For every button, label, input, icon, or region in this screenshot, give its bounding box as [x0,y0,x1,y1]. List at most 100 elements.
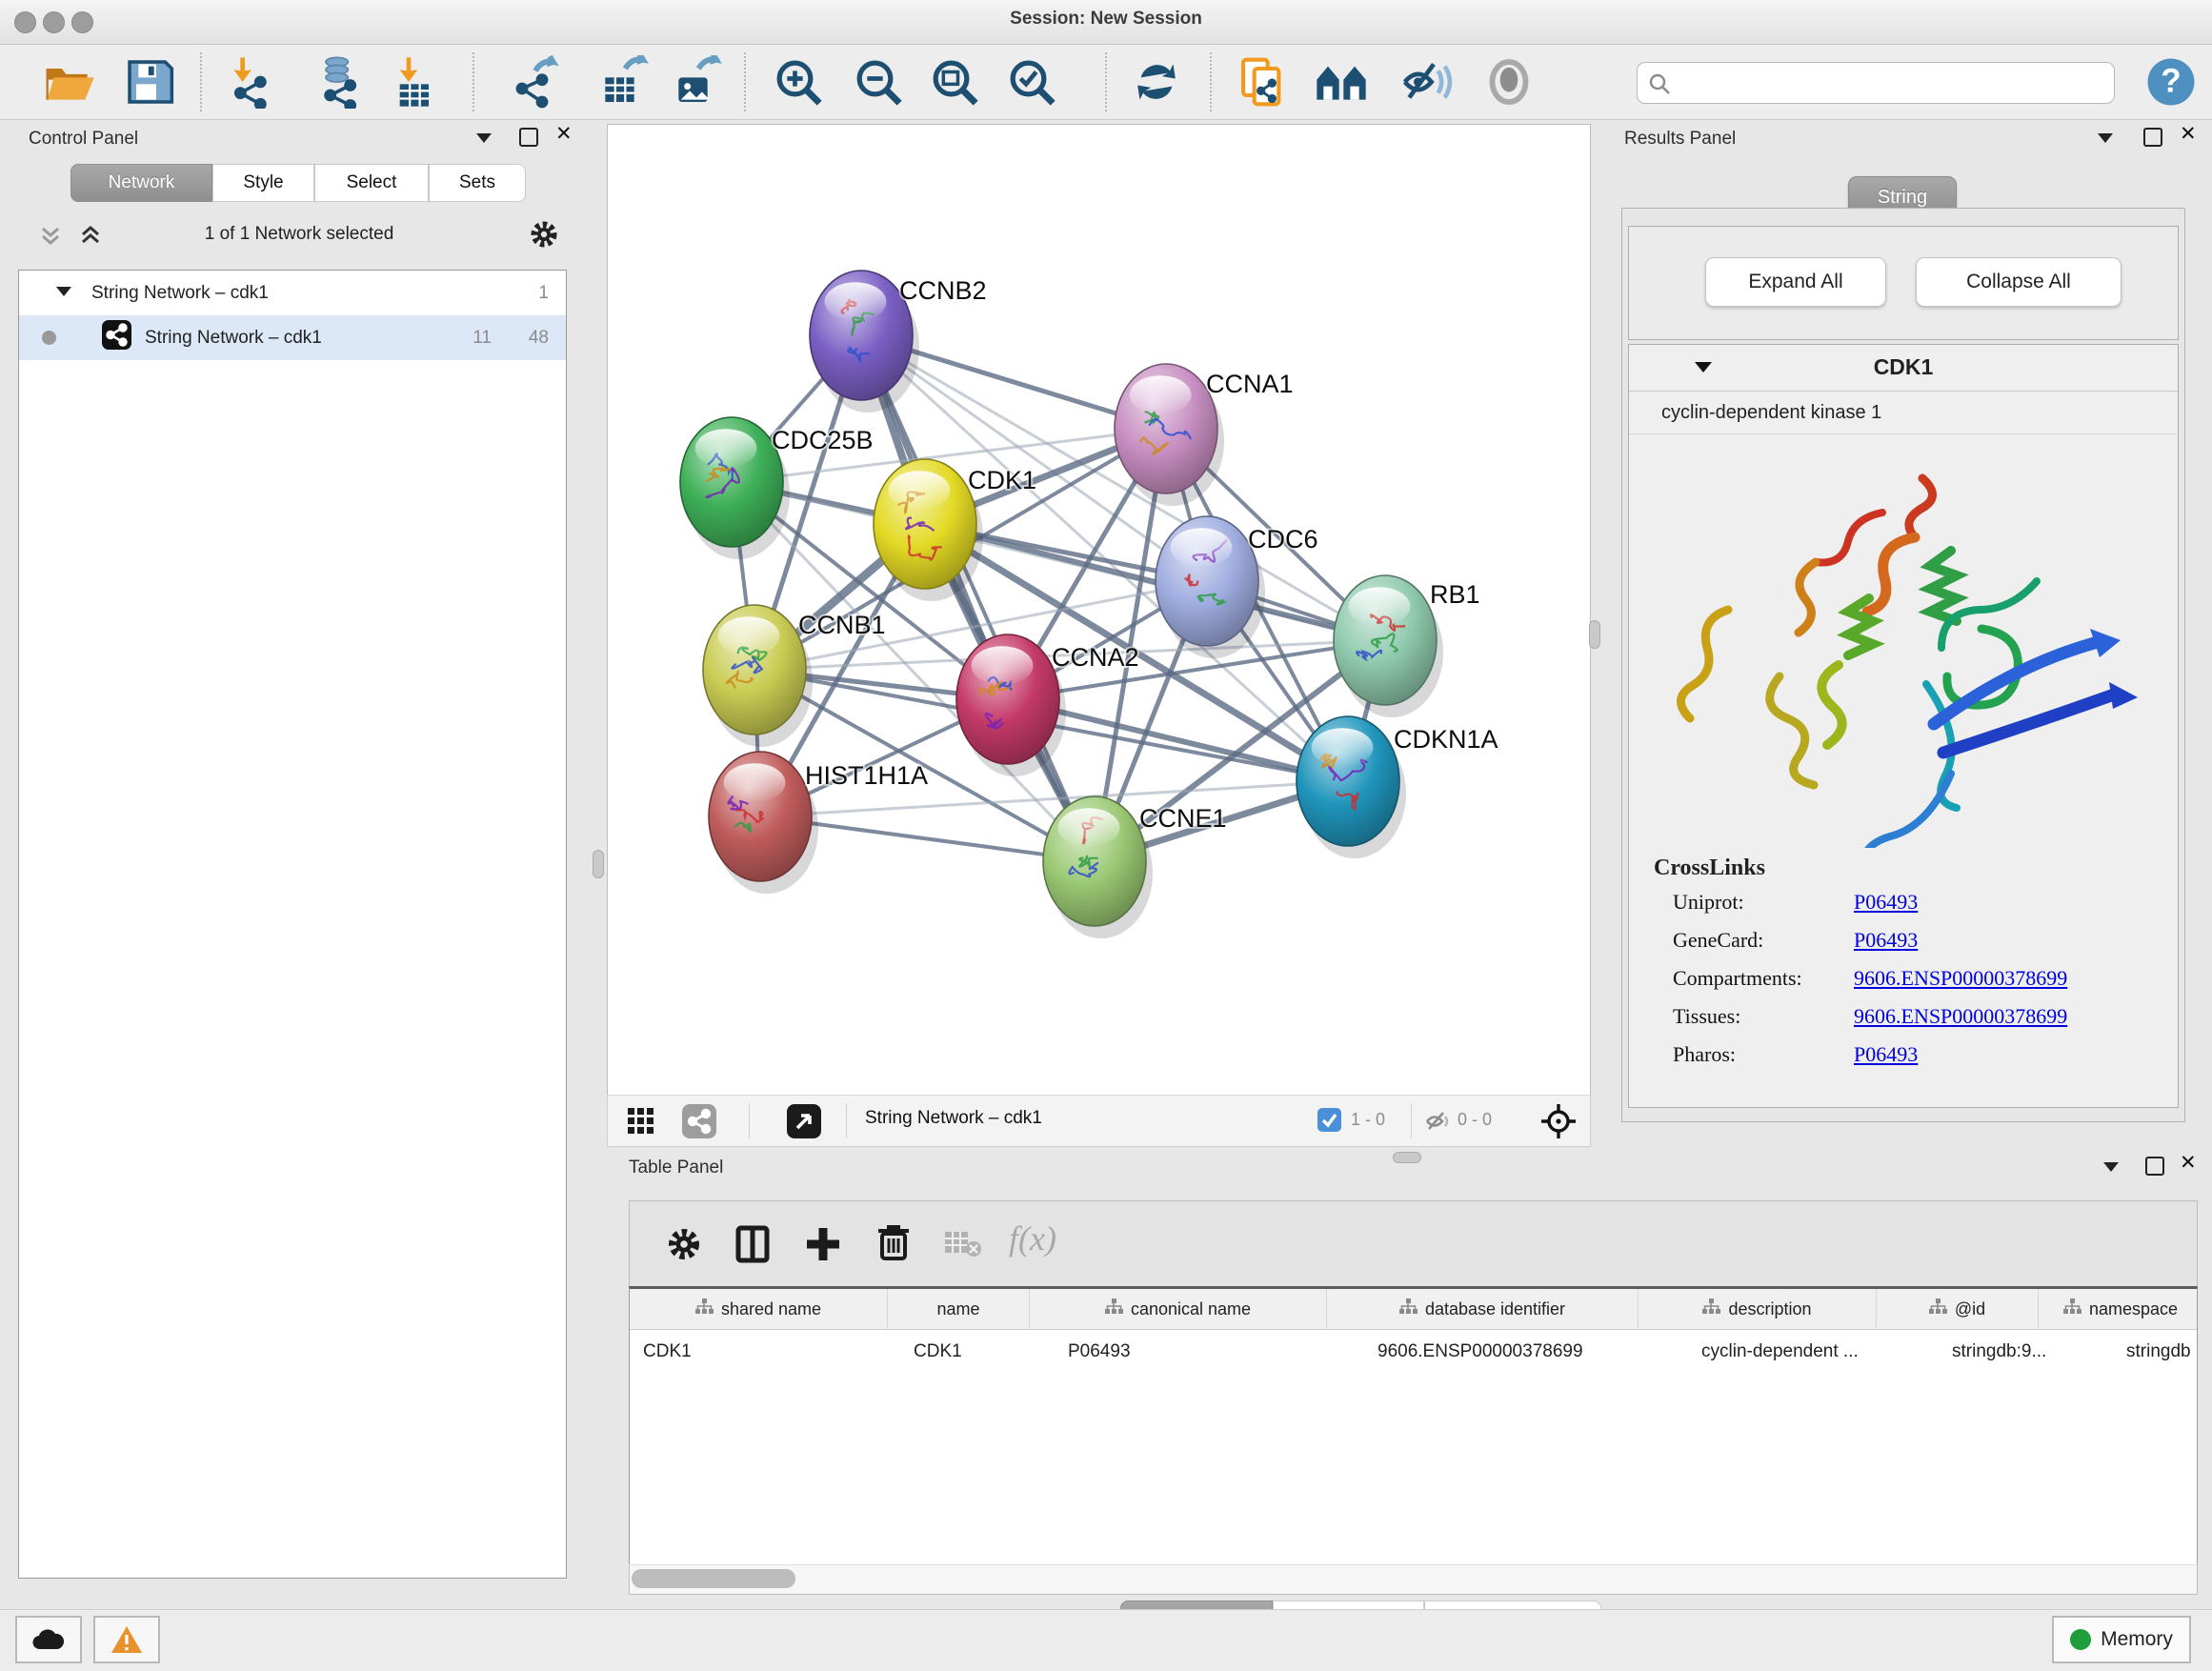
left-splitter-handle[interactable] [593,850,604,878]
crosslink-link[interactable]: 9606.ENSP00000378699 [1854,1004,2067,1029]
network-collection-row[interactable]: String Network – cdk1 1 [19,271,566,315]
network-options-gear-icon[interactable] [527,217,561,256]
column-header-namespace[interactable]: namespace [2039,1289,2198,1329]
table-row[interactable]: CDK1CDK1P064939606.ENSP00000378699cyclin… [630,1330,2197,1374]
results-panel-title: Results Panel [1624,129,1736,150]
collection-count: 1 [538,283,549,304]
help-icon[interactable]: ? [2144,55,2198,109]
column-header-description[interactable]: description [1639,1289,1877,1329]
bottom-splitter-handle[interactable] [1393,1152,1421,1163]
table-cell[interactable]: CDK1 [900,1330,1055,1374]
zoom-in-icon[interactable] [772,55,825,109]
node-label-CCNB1: CCNB1 [798,611,886,639]
selected-checkbox-icon[interactable] [1317,1108,1341,1137]
node-label-CDC6: CDC6 [1248,525,1318,554]
crosslink-link[interactable]: 9606.ENSP00000378699 [1854,966,2067,991]
toolbar-separator [744,52,746,111]
table-settings-gear-icon[interactable] [664,1224,704,1269]
network-node-RB1[interactable] [1334,575,1443,717]
right-splitter-handle[interactable] [1589,620,1600,649]
first-neighbors-icon[interactable] [1315,55,1368,109]
add-column-icon[interactable] [803,1224,843,1269]
table-cell[interactable]: 9606.ENSP00000378699 [1364,1330,1688,1374]
column-header-canonical-name[interactable]: canonical name [1030,1289,1327,1329]
birds-eye-view-icon[interactable] [787,1104,821,1143]
table-cell[interactable]: stringdb [2113,1330,2198,1374]
delete-column-trash-icon[interactable] [874,1222,914,1267]
network-row-label: String Network – cdk1 [145,328,322,349]
network-node-CDKN1A[interactable] [1297,716,1406,858]
tree-expand-caret-icon[interactable] [55,283,72,304]
panel-menu-icon[interactable] [2103,1162,2119,1172]
node-label-CDK1: CDK1 [968,466,1036,494]
update-network-icon[interactable] [1130,55,1183,109]
gene-symbol: CDK1 [1629,354,2178,380]
clone-network-icon[interactable] [1237,55,1290,109]
zoom-selected-icon[interactable] [1005,55,1058,109]
tab-select[interactable]: Select [314,164,429,202]
cloud-icon [32,1628,65,1651]
warning-status-button[interactable] [93,1616,160,1663]
export-image-icon[interactable] [670,55,723,109]
export-network-icon[interactable] [509,55,562,109]
gene-card-header[interactable]: CDK1 [1629,345,2178,392]
network-view-canvas[interactable]: CCNB2CCNA1CDC25BCDK1CDC6RB1CCNB1CCNA2CDK… [607,124,1591,1096]
import-table-from-file-icon[interactable] [389,55,442,109]
network-node-CDK1[interactable] [874,459,983,601]
tab-network[interactable]: Network [70,164,212,202]
expand-all-button[interactable]: Expand All [1705,257,1886,307]
scrollbar-thumb[interactable] [632,1569,795,1588]
pan-crosshair-icon[interactable] [1539,1102,1578,1145]
network-node-HIST1H1A[interactable] [709,752,818,894]
panel-menu-icon[interactable] [2098,133,2113,143]
crosslink-link[interactable]: P06493 [1854,928,1918,953]
zoom-out-icon[interactable] [852,55,905,109]
zoom-fit-icon[interactable] [928,55,981,109]
network-node-CCNB1[interactable] [703,605,813,747]
open-session-icon[interactable] [43,55,96,109]
export-table-icon[interactable] [596,55,650,109]
window-title: Session: New Session [0,9,2212,30]
save-session-icon[interactable] [123,55,176,109]
toolbar-separator [1210,52,1212,111]
panel-float-icon[interactable] [2145,1157,2164,1176]
column-header--id[interactable]: @id [1877,1289,2039,1329]
grid-mode-icon[interactable] [627,1107,655,1140]
import-network-from-database-icon[interactable] [312,55,366,109]
table-cell[interactable]: stringdb:9... [1939,1330,2113,1374]
table-cell[interactable]: cyclin-dependent ... [1688,1330,1939,1374]
crosslink-row: GeneCard:P06493 [1629,921,2178,959]
cloud-status-button[interactable] [15,1616,82,1663]
show-graphics-details-icon[interactable] [1482,55,1536,109]
column-header-shared-name[interactable]: shared name [630,1289,888,1329]
panel-menu-icon[interactable] [476,133,492,143]
panel-close-icon[interactable]: ✕ [555,127,573,142]
node-label-CDC25B: CDC25B [772,426,874,454]
import-network-from-file-icon[interactable] [225,55,278,109]
memory-button[interactable]: Memory [2052,1616,2191,1663]
hide-selected-icon[interactable] [1400,55,1454,109]
network-type-icon[interactable] [682,1104,716,1143]
network-node-CCNE1[interactable] [1043,796,1153,938]
shared-column-icon [1105,1299,1123,1319]
column-header-database-identifier[interactable]: database identifier [1327,1289,1639,1329]
column-header-name[interactable]: name [888,1289,1030,1329]
tab-sets[interactable]: Sets [429,164,526,202]
table-cell[interactable]: P06493 [1055,1330,1364,1374]
crosslink-row: Compartments:9606.ENSP00000378699 [1629,959,2178,997]
tab-style[interactable]: Style [212,164,314,202]
collapse-all-button[interactable]: Collapse All [1916,257,2122,307]
expand-collapse-box: Expand All Collapse All [1628,226,2179,340]
network-row[interactable]: String Network – cdk1 11 48 [19,315,566,360]
column-header-label: name [936,1299,979,1319]
crosslink-link[interactable]: P06493 [1854,1042,1918,1067]
crosslink-link[interactable]: P06493 [1854,890,1918,915]
panel-float-icon[interactable] [519,128,538,147]
table-horizontal-scrollbar[interactable] [629,1564,2198,1595]
panel-close-icon[interactable]: ✕ [2180,127,2197,142]
table-cell[interactable]: CDK1 [630,1330,900,1374]
panel-float-icon[interactable] [2143,128,2162,147]
select-columns-icon[interactable] [733,1224,773,1269]
search-input[interactable] [1679,65,2102,99]
panel-close-icon[interactable]: ✕ [2180,1156,2197,1171]
